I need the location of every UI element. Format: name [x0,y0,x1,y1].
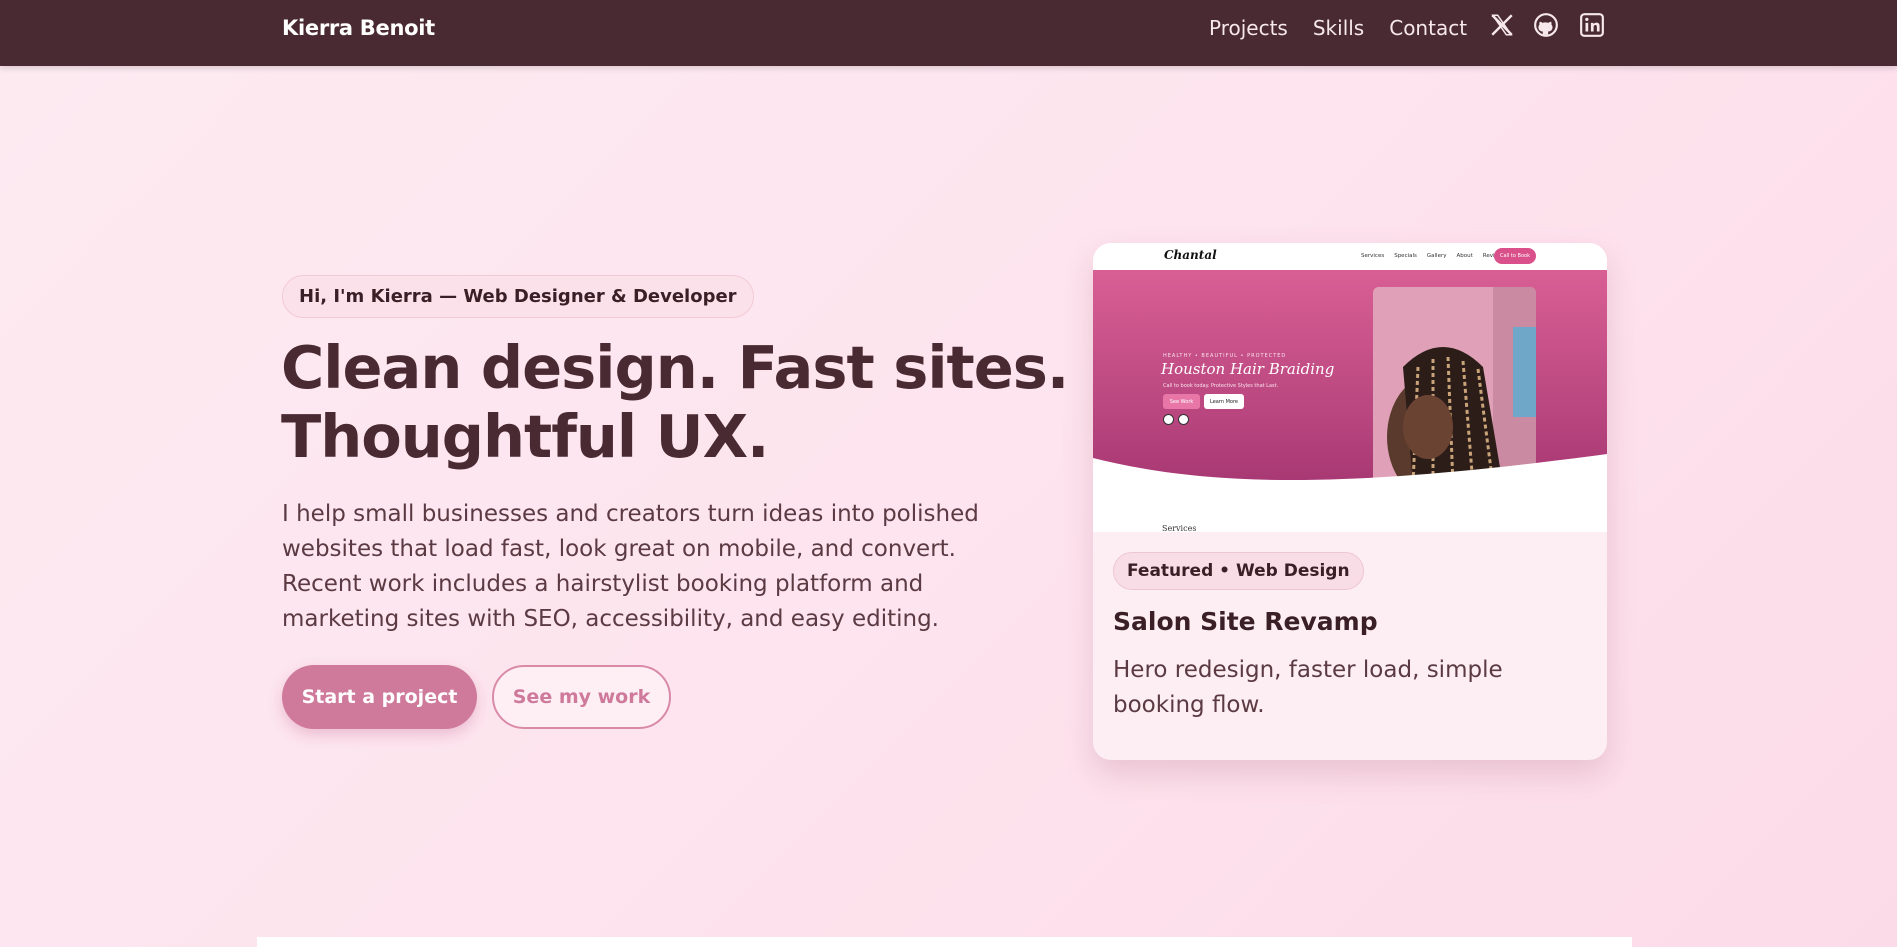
nav-links: Projects Skills Contact [1209,16,1492,40]
preview-nav-link: About [1456,253,1473,259]
hero-description: I help small businesses and creators tur… [282,501,979,632]
project-preview-screenshot: Chantal Services Specials Gallery About … [1093,243,1607,533]
project-title: Salon Site Revamp [1113,607,1378,636]
github-icon[interactable] [1533,12,1559,38]
brand-logo[interactable]: Kierra Benoit [282,16,435,40]
featured-project-card[interactable]: Chantal Services Specials Gallery About … [1093,243,1607,760]
project-tag: Featured • Web Design [1113,552,1364,590]
nav-link-projects[interactable]: Projects [1209,16,1288,40]
next-section-edge [257,937,1632,947]
x-twitter-icon[interactable] [1489,12,1515,38]
preview-wave [1093,454,1607,532]
preview-nav-link: Gallery [1426,253,1447,259]
preview-hero: HEALTHY • BEAUTIFUL • PROTECTED Houston … [1093,270,1607,532]
project-description: Hero redesign, faster load, simple booki… [1113,657,1503,718]
top-navbar: Kierra Benoit Projects Skills Contact [0,0,1897,66]
nav-link-contact[interactable]: Contact [1389,16,1467,40]
preview-nav-link: Specials [1394,253,1417,259]
preview-subtitle: Call to book today. Protective Styles th… [1163,383,1279,389]
preview-kicker: HEALTHY • BEAUTIFUL • PROTECTED [1163,353,1287,359]
preview-nav-link: Services [1361,253,1385,259]
intro-badge: Hi, I'm Kierra — Web Designer & Develope… [282,275,754,318]
preview-navbar: Chantal Services Specials Gallery About … [1093,243,1607,270]
preview-button-1: See Work [1163,394,1200,409]
see-work-button[interactable]: See my work [492,665,671,729]
preview-button-2: Learn More [1204,394,1244,409]
preview-instagram-icon [1163,414,1174,425]
preview-section-heading: Services [1162,524,1197,533]
preview-nav-links: Services Specials Gallery About Reviews [1361,253,1515,259]
headline-line-2: Thoughtful UX. [281,402,769,471]
start-project-button[interactable]: Start a project [282,665,477,729]
nav-link-skills[interactable]: Skills [1313,16,1364,40]
preview-phone-icon [1178,414,1189,425]
linkedin-icon[interactable] [1579,12,1605,38]
hero-headline: Clean design. Fast sites. Thoughtful UX. [281,333,1069,471]
headline-line-1: Clean design. Fast sites. [281,333,1069,402]
preview-title: Houston Hair Braiding [1161,360,1335,378]
preview-logo: Chantal [1164,248,1217,262]
preview-cta-button: Call to Book [1494,248,1536,264]
